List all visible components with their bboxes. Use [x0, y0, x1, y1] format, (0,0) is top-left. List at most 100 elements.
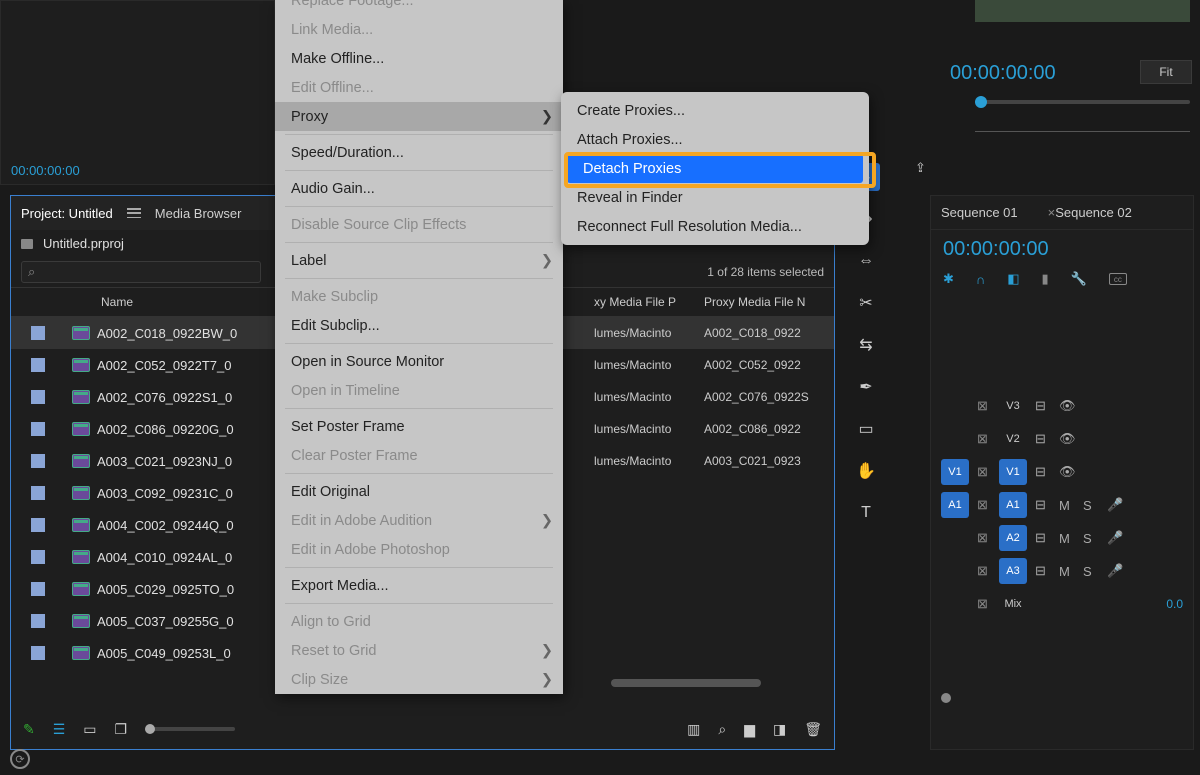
sort-icon[interactable]: ▥ [687, 721, 700, 738]
col-proxy-name[interactable]: Proxy Media File N [704, 295, 834, 309]
sequence-timecode: 00:00:00:00 [931, 230, 1193, 269]
toggle-output-icon[interactable]: 👁 [1059, 398, 1075, 414]
trash-icon[interactable]: 🗑 [804, 721, 822, 738]
label-color[interactable] [31, 518, 45, 532]
find-icon[interactable]: ⌕ [718, 721, 726, 738]
type-tool[interactable]: T [852, 499, 880, 527]
label-color[interactable] [31, 582, 45, 596]
pencil-icon[interactable]: ✎ [23, 721, 35, 738]
label-color[interactable] [31, 454, 45, 468]
lock-icon[interactable]: ⊠ [977, 530, 991, 546]
sync-lock-icon[interactable]: ⊟ [1035, 398, 1051, 414]
label-color[interactable] [31, 646, 45, 660]
track-target[interactable]: V1 [999, 459, 1027, 485]
search-input[interactable]: ⌕ [21, 261, 261, 283]
label-color[interactable] [31, 390, 45, 404]
track-target[interactable]: A3 [999, 558, 1027, 584]
tab-sequence-01[interactable]: Sequence 01 [941, 205, 1018, 220]
lock-icon[interactable]: ⊠ [977, 497, 991, 513]
voice-icon[interactable]: 🎤 [1107, 563, 1123, 579]
mute-button[interactable]: M [1059, 498, 1075, 513]
program-scrubber[interactable] [975, 100, 1190, 104]
lock-icon[interactable]: ⊠ [977, 464, 991, 480]
menu-edit-subclip[interactable]: Edit Subclip... [275, 311, 563, 340]
mute-button[interactable]: M [1059, 531, 1075, 546]
panel-menu-icon[interactable] [127, 208, 141, 218]
zoom-fit-dropdown[interactable]: Fit [1140, 60, 1192, 84]
menu-speed-duration[interactable]: Speed/Duration... [275, 138, 563, 167]
pen-tool[interactable]: ✒ [852, 373, 880, 401]
submenu-attach-proxies[interactable]: Attach Proxies... [561, 125, 869, 154]
snap-icon[interactable]: ✱ [943, 271, 954, 287]
lock-icon[interactable]: ⊠ [977, 563, 991, 579]
menu-export-media[interactable]: Export Media... [275, 571, 563, 600]
lock-icon[interactable]: ⊠ [977, 596, 991, 612]
toggle-output-icon[interactable]: 👁 [1059, 464, 1075, 480]
sync-lock-icon[interactable]: ⊟ [1035, 563, 1051, 579]
menu-audio-gain[interactable]: Audio Gain... [275, 174, 563, 203]
icon-view-icon[interactable]: ▭ [83, 721, 96, 738]
ripple-edit-tool[interactable]: ⇔ [852, 247, 880, 275]
solo-button[interactable]: S [1083, 498, 1099, 513]
toggle-output-icon[interactable]: 👁 [1059, 431, 1075, 447]
sync-lock-icon[interactable]: ⊟ [1035, 464, 1051, 480]
tab-sequence-02[interactable]: ×Sequence 02 [1040, 205, 1132, 220]
menu-make-offline[interactable]: Make Offline... [275, 44, 563, 73]
lock-icon[interactable]: ⊠ [977, 431, 991, 447]
label-color[interactable] [31, 550, 45, 564]
creative-cloud-icon[interactable]: ⟳ [10, 749, 30, 769]
proxy-name: A002_C052_0922 [704, 358, 834, 372]
linked-selection-icon[interactable]: ◧ [1007, 271, 1019, 287]
col-proxy-path[interactable]: xy Media File P [594, 295, 704, 309]
magnet-icon[interactable]: ∩ [976, 272, 985, 287]
menu-edit-original[interactable]: Edit Original [275, 477, 563, 506]
source-patch[interactable]: A1 [941, 492, 969, 518]
submenu-reconnect-full-resolution-media[interactable]: Reconnect Full Resolution Media... [561, 212, 869, 241]
menu-set-poster-frame[interactable]: Set Poster Frame [275, 412, 563, 441]
label-color[interactable] [31, 422, 45, 436]
hand-tool[interactable]: ✋ [852, 457, 880, 485]
slip-tool[interactable]: ⇆ [852, 331, 880, 359]
captions-icon[interactable]: cc [1109, 273, 1127, 285]
menu-proxy[interactable]: Proxy❯ [275, 102, 563, 131]
label-color[interactable] [31, 326, 45, 340]
menu-label[interactable]: Label❯ [275, 246, 563, 275]
freeform-view-icon[interactable]: ❐ [115, 721, 128, 738]
new-bin-icon[interactable]: ▆ [744, 721, 755, 738]
solo-button[interactable]: S [1083, 531, 1099, 546]
tab-media-browser[interactable]: Media Browser [155, 206, 242, 221]
track-target[interactable]: A2 [999, 525, 1027, 551]
sync-lock-icon[interactable]: ⊟ [1035, 530, 1051, 546]
submenu-reveal-in-finder[interactable]: Reveal in Finder [561, 183, 869, 212]
lock-icon[interactable]: ⊠ [977, 398, 991, 414]
timeline-zoom[interactable] [941, 693, 951, 703]
program-timebar[interactable] [975, 122, 1190, 132]
export-frame-icon[interactable]: ⇪ [915, 160, 926, 176]
menu-open-in-source-monitor[interactable]: Open in Source Monitor [275, 347, 563, 376]
mute-button[interactable]: M [1059, 564, 1075, 579]
sync-lock-icon[interactable]: ⊟ [1035, 431, 1051, 447]
zoom-slider[interactable] [145, 727, 235, 731]
voice-icon[interactable]: 🎤 [1107, 497, 1123, 513]
settings-icon[interactable]: 🔧 [1071, 271, 1087, 287]
new-item-icon[interactable]: ◨ [773, 721, 786, 738]
track-target[interactable]: A1 [999, 492, 1027, 518]
list-view-icon[interactable]: ☰ [53, 721, 66, 738]
label-color[interactable] [31, 358, 45, 372]
submenu-create-proxies[interactable]: Create Proxies... [561, 96, 869, 125]
label-color[interactable] [31, 486, 45, 500]
marker-icon[interactable]: ▮ [1042, 271, 1049, 287]
tab-project[interactable]: Project: Untitled [21, 206, 113, 221]
source-patch[interactable]: V1 [941, 459, 969, 485]
rectangle-tool[interactable]: ▭ [852, 415, 880, 443]
voice-icon[interactable]: 🎤 [1107, 530, 1123, 546]
track-target[interactable]: V3 [999, 393, 1027, 419]
razor-tool[interactable]: ✂ [852, 289, 880, 317]
solo-button[interactable]: S [1083, 564, 1099, 579]
context-menu: Replace Footage...Link Media...Make Offl… [275, 0, 563, 694]
sync-lock-icon[interactable]: ⊟ [1035, 497, 1051, 513]
track-target[interactable]: V2 [999, 426, 1027, 452]
horizontal-scrollbar[interactable] [611, 679, 761, 687]
label-color[interactable] [31, 614, 45, 628]
submenu-detach-proxies[interactable]: Detach Proxies [567, 154, 863, 183]
